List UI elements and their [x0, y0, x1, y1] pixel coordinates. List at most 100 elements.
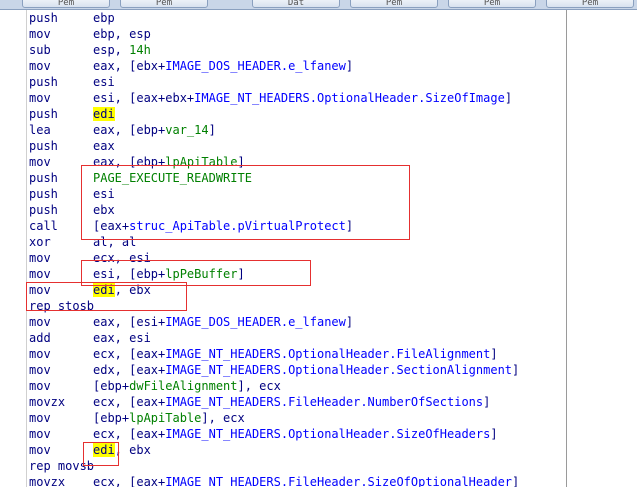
instruction-mnemonic: rep movsb	[29, 459, 95, 473]
instruction-mnemonic: mov	[29, 427, 51, 441]
listing-line[interactable]: movzx ecx, [eax+IMAGE_NT_HEADERS.FileHead…	[29, 474, 519, 487]
listing-line[interactable]: mov ecx, esi	[29, 250, 151, 266]
operand-text: esi, [ebp+	[93, 267, 166, 281]
listing-line[interactable]: push ebp	[29, 10, 115, 26]
operand-text: ]	[512, 363, 520, 377]
listing-line[interactable]: mov esi, [ebp+lpPeBuffer]	[29, 266, 245, 282]
highlighted-register: edi	[93, 107, 115, 121]
listing-line[interactable]: mov ecx, [eax+IMAGE_NT_HEADERS.OptionalHe…	[29, 346, 498, 362]
listing-line[interactable]: mov ebp, esp	[29, 26, 151, 42]
instruction-mnemonic: mov	[29, 379, 51, 393]
operand-text: ebp, esp	[93, 27, 151, 41]
instruction-mnemonic: mov	[29, 27, 51, 41]
listing-line[interactable]: rep stosb	[29, 298, 94, 314]
instruction-mnemonic: mov	[29, 411, 51, 425]
operand-text: [ebp+	[93, 411, 130, 425]
local-variable: dwFileAlignment	[129, 379, 238, 393]
operand-text: ebp	[93, 11, 115, 25]
tab-4[interactable]: Pem	[448, 0, 536, 8]
listing-line[interactable]: mov eax, [ebp+lpApiTable]	[29, 154, 245, 170]
listing-line[interactable]: movzx ecx, [eax+IMAGE_NT_HEADERS.FileHead…	[29, 394, 490, 410]
operand-text: eax, [ebp+	[93, 123, 166, 137]
listing-line[interactable]: push esi	[29, 74, 115, 90]
tab-5[interactable]: Pem	[546, 0, 634, 8]
listing-line[interactable]: mov eax, [esi+IMAGE_DOS_HEADER.e_lfanew]	[29, 314, 353, 330]
listing-line[interactable]: push ebx	[29, 202, 115, 218]
operand-text: eax, [ebx+	[93, 59, 166, 73]
operand-text: esi	[93, 187, 115, 201]
listing-line[interactable]: mov edx, [eax+IMAGE_NT_HEADERS.OptionalHe…	[29, 362, 519, 378]
listing-line[interactable]: sub esp, 14h	[29, 42, 151, 58]
listing-line[interactable]: mov edi, ebx	[29, 282, 151, 298]
structure-member: IMAGE_NT_HEADERS.OptionalHeader.FileAlig…	[165, 347, 491, 361]
instruction-mnemonic: mov	[29, 91, 51, 105]
operand-text: ]	[504, 91, 513, 105]
listing-line[interactable]: xor al, al	[29, 234, 136, 250]
listing-line[interactable]: push esi	[29, 186, 115, 202]
listing-line[interactable]: rep movsb	[29, 458, 94, 474]
listing-line[interactable]: mov [ebp+lpApiTable], ecx	[29, 410, 245, 426]
local-variable: lpApiTable	[165, 155, 238, 169]
operand-text: ]	[490, 427, 498, 441]
operand-text: ecx, [eax+	[93, 427, 166, 441]
disassembly-listing[interactable]: push ebp mov ebp, esp sub esp, 14h mov eax, [eb…	[29, 10, 565, 487]
instruction-mnemonic: push	[29, 11, 58, 25]
operand-text: [ebp+	[93, 379, 130, 393]
listing-line[interactable]: mov edi, ebx	[29, 442, 151, 458]
local-variable: var_14	[165, 123, 209, 137]
operand-text: ecx, [eax+	[93, 475, 166, 487]
listing-line[interactable]: push PAGE_EXECUTE_READWRITE	[29, 170, 252, 186]
operand-text: eax, [esi+	[93, 315, 166, 329]
listing-line[interactable]: mov [ebp+dwFileAlignment], ecx	[29, 378, 281, 394]
instruction-mnemonic: push	[29, 203, 58, 217]
instruction-mnemonic: push	[29, 107, 58, 121]
listing-line[interactable]: add eax, esi	[29, 330, 151, 346]
tab-3[interactable]: Pem	[350, 0, 438, 8]
operand-text: ecx, [eax+	[93, 395, 166, 409]
operand-text: al, al	[93, 235, 137, 249]
instruction-mnemonic: mov	[29, 251, 51, 265]
local-variable: lpApiTable	[129, 411, 202, 425]
instruction-mnemonic: push	[29, 139, 58, 153]
immediate-value: 14h	[129, 43, 151, 57]
operand-text: ]	[237, 267, 245, 281]
operand-text: ]	[512, 475, 520, 487]
operand-text: eax	[93, 139, 115, 153]
listing-line[interactable]: push edi	[29, 106, 115, 122]
instruction-mnemonic: mov	[29, 347, 51, 361]
operand-text: ebx	[93, 203, 115, 217]
structure-member: IMAGE_DOS_HEADER.e_lfanew	[165, 59, 346, 73]
structure-member: IMAGE_DOS_HEADER.e_lfanew	[165, 315, 346, 329]
operand-text: edx, [eax+	[93, 363, 166, 377]
tab-2[interactable]: Dat	[252, 0, 340, 8]
local-variable: lpPeBuffer	[165, 267, 238, 281]
listing-line[interactable]: push eax	[29, 138, 115, 154]
structure-member: IMAGE_NT_HEADERS.OptionalHeader.SizeOfIm…	[194, 91, 505, 105]
structure-member: IMAGE_NT_HEADERS.OptionalHeader.SizeOfHe…	[165, 427, 491, 441]
structure-member: IMAGE_NT_HEADERS.OptionalHeader.SectionA…	[165, 363, 513, 377]
operand-text: eax, [ebp+	[93, 155, 166, 169]
instruction-mnemonic: push	[29, 75, 58, 89]
operand-text: eax, esi	[93, 331, 151, 345]
operand-text: esp,	[93, 43, 130, 57]
listing-line[interactable]: mov esi, [eax+ebx+IMAGE_NT_HEADERS.Option…	[29, 90, 512, 106]
tab-0[interactable]: Pem	[22, 0, 110, 8]
listing-line[interactable]: lea eax, [ebp+var_14]	[29, 122, 216, 138]
instruction-mnemonic: push	[29, 187, 58, 201]
listing-line[interactable]: call [eax+struc_ApiTable.pVirtualProtect]	[29, 218, 353, 234]
highlighted-register: edi	[93, 443, 115, 457]
instruction-mnemonic: push	[29, 171, 58, 185]
operand-text: esi, [eax+ebx+	[93, 91, 195, 105]
operand-text: ecx, esi	[93, 251, 151, 265]
operand-text: ecx, [eax+	[93, 347, 166, 361]
operand-text: ]	[208, 123, 216, 137]
listing-line[interactable]: mov eax, [ebx+IMAGE_DOS_HEADER.e_lfanew]	[29, 58, 353, 74]
right-pane	[567, 10, 637, 487]
tab-1[interactable]: Pem	[120, 0, 208, 8]
instruction-mnemonic: mov	[29, 363, 51, 377]
operand-text: ], ecx	[201, 411, 245, 425]
instruction-mnemonic: call	[29, 219, 58, 233]
operand-text: ]	[345, 219, 354, 233]
listing-line[interactable]: mov ecx, [eax+IMAGE_NT_HEADERS.OptionalHe…	[29, 426, 498, 442]
highlighted-register: edi	[93, 283, 115, 297]
